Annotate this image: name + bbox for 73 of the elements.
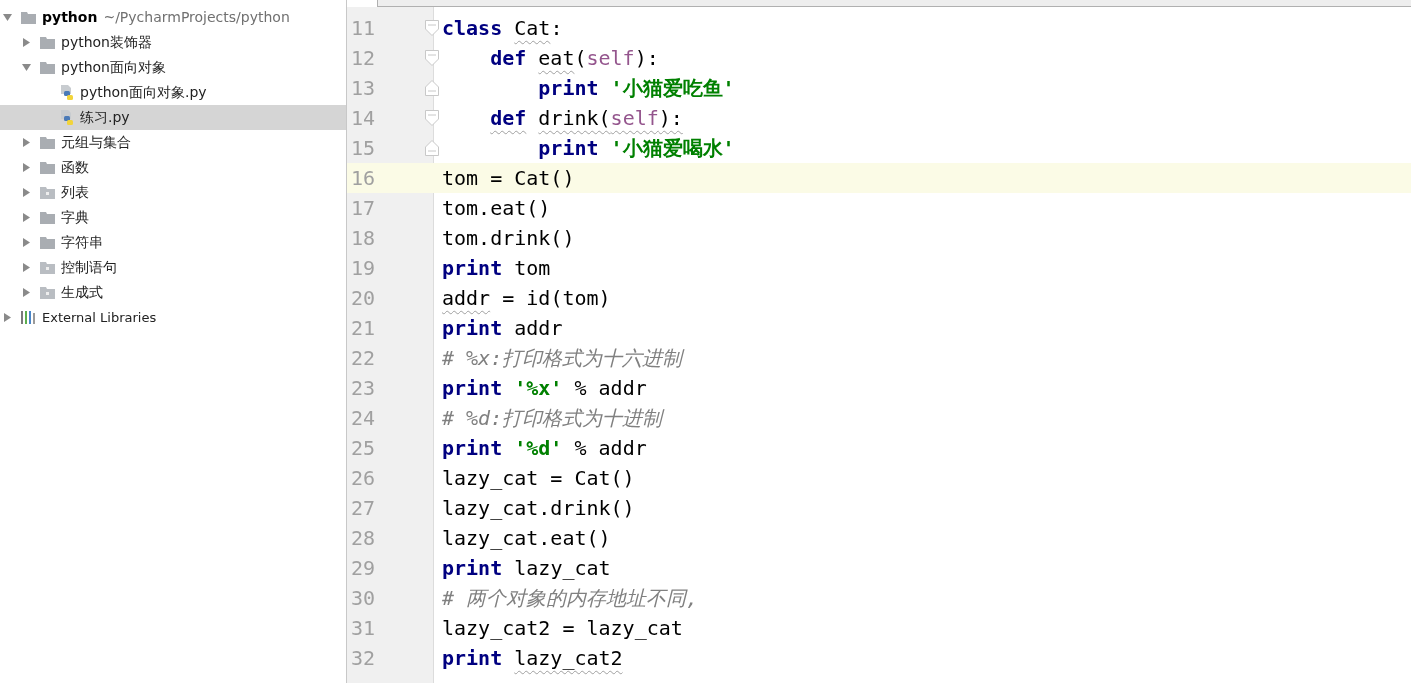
code-line: print '小猫爱喝水' xyxy=(537,135,735,162)
tree-item[interactable]: python装饰器 xyxy=(0,30,346,55)
code-line: print '%x' % addr xyxy=(442,375,647,402)
collapsed-arrow-icon[interactable] xyxy=(22,263,31,272)
tree-item[interactable]: 元组与集合 xyxy=(0,130,346,155)
package-folder-icon xyxy=(40,261,55,274)
code-line: def drink(self): xyxy=(489,105,683,132)
code-line: print tom xyxy=(442,255,551,282)
code-line: print lazy_cat xyxy=(442,555,611,582)
tree-item[interactable]: 字典 xyxy=(0,205,346,230)
collapsed-arrow-icon[interactable] xyxy=(22,163,31,172)
collapsed-arrow-icon[interactable] xyxy=(3,313,12,322)
code-line: lazy_cat = Cat() xyxy=(442,465,635,492)
collapsed-arrow-icon[interactable] xyxy=(22,238,31,247)
tree-item-label: python装饰器 xyxy=(61,33,152,52)
folder-icon xyxy=(40,136,55,149)
tree-item[interactable]: python面向对象.py xyxy=(0,80,346,105)
tree-item-label: 列表 xyxy=(61,183,89,202)
library-icon xyxy=(21,311,36,324)
tree-item[interactable]: python面向对象 xyxy=(0,55,346,80)
code-line: tom.eat() xyxy=(442,195,551,222)
collapsed-arrow-icon[interactable] xyxy=(22,213,31,222)
code-line: tom.drink() xyxy=(442,225,575,252)
folder-icon xyxy=(40,236,55,249)
code-line: # %x:打印格式为十六进制 xyxy=(442,345,683,372)
folder-icon xyxy=(40,211,55,224)
tree-item[interactable]: 练习.py xyxy=(0,105,346,130)
tree-item-label: 生成式 xyxy=(61,283,103,302)
code-line: def eat(self): xyxy=(489,45,659,72)
tree-item-label: 字符串 xyxy=(61,233,103,252)
code-line: addr = id(tom) xyxy=(442,285,611,312)
code-line: print addr xyxy=(442,315,563,342)
tree-item-label: python面向对象.py xyxy=(80,83,207,102)
code-line: lazy_cat.eat() xyxy=(442,525,611,552)
tree-item[interactable]: External Libraries xyxy=(0,305,346,330)
collapsed-arrow-icon[interactable] xyxy=(22,38,31,47)
code-line: print '%d' % addr xyxy=(442,435,647,462)
folder-icon xyxy=(40,61,55,74)
code-line: lazy_cat.drink() xyxy=(442,495,635,522)
tree-item-label: python面向对象 xyxy=(61,58,166,77)
tree-root[interactable]: python ~/PycharmProjects/python xyxy=(0,5,346,30)
expanded-arrow-icon[interactable] xyxy=(3,13,12,22)
code-line: tom = Cat() xyxy=(442,165,575,192)
tree-item-label: 字典 xyxy=(61,208,89,227)
tree-item-label: 元组与集合 xyxy=(61,133,131,152)
project-path: ~/PycharmProjects/python xyxy=(103,8,290,27)
tree-item[interactable]: 字符串 xyxy=(0,230,346,255)
python-file-icon xyxy=(60,109,74,126)
collapsed-arrow-icon[interactable] xyxy=(22,138,31,147)
folder-icon xyxy=(40,36,55,49)
folder-icon xyxy=(40,161,55,174)
collapsed-arrow-icon[interactable] xyxy=(22,288,31,297)
code-line: print '小猫爱吃鱼' xyxy=(537,75,735,102)
tree-item[interactable]: 函数 xyxy=(0,155,346,180)
collapsed-arrow-icon[interactable] xyxy=(22,188,31,197)
tree-item-label: 控制语句 xyxy=(61,258,117,277)
tree-item-label: External Libraries xyxy=(42,308,157,327)
tree-item-label: 练习.py xyxy=(80,108,130,127)
python-file-icon xyxy=(60,84,74,101)
folder-icon xyxy=(21,11,36,24)
expanded-arrow-icon[interactable] xyxy=(22,63,31,72)
code-line: # 两个对象的内存地址不同, xyxy=(442,585,699,612)
package-folder-icon xyxy=(40,186,55,199)
package-folder-icon xyxy=(40,286,55,299)
tree-item[interactable]: 控制语句 xyxy=(0,255,346,280)
tree-item[interactable]: 生成式 xyxy=(0,280,346,305)
code-line: class Cat: xyxy=(442,15,563,42)
code-line: lazy_cat2 = lazy_cat xyxy=(442,615,683,642)
project-name: python xyxy=(42,8,98,27)
code-line: print lazy_cat2 xyxy=(442,645,623,672)
tree-item-label: 函数 xyxy=(61,158,89,177)
tree-item[interactable]: 列表 xyxy=(0,180,346,205)
code-line: # %d:打印格式为十进制 xyxy=(442,405,663,432)
